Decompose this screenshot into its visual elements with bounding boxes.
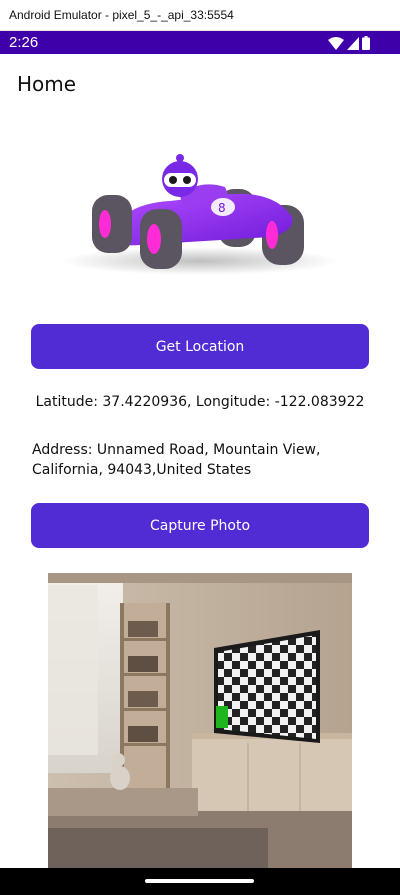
svg-text:8: 8	[218, 201, 226, 215]
status-bar: 2:26	[0, 31, 400, 54]
battery-icon	[362, 36, 370, 50]
status-time: 2:26	[9, 34, 39, 51]
navigation-bar	[0, 868, 400, 895]
get-location-button[interactable]: Get Location	[31, 324, 369, 369]
capture-photo-button[interactable]: Capture Photo	[31, 503, 369, 548]
wifi-icon	[328, 37, 344, 50]
emulator-titlebar: Android Emulator - pixel_5_-_api_33:5554	[0, 0, 400, 31]
page-title: Home	[17, 72, 77, 96]
emulator-title: Android Emulator - pixel_5_-_api_33:5554	[9, 8, 234, 22]
captured-room-photo	[48, 573, 352, 868]
latitude-longitude-label: Latitude: 37.4220936, Longitude: -122.08…	[35, 394, 365, 410]
app-screen: Home 8 Get Location Latitude: 37.4220936…	[0, 54, 400, 868]
cell-signal-icon	[347, 37, 359, 50]
address-label: Address: Unnamed Road, Mountain View, Ca…	[32, 442, 321, 478]
status-icons	[328, 36, 370, 50]
home-gesture-handle[interactable]	[145, 879, 254, 883]
race-car-robot-illustration: 8	[62, 154, 338, 275]
